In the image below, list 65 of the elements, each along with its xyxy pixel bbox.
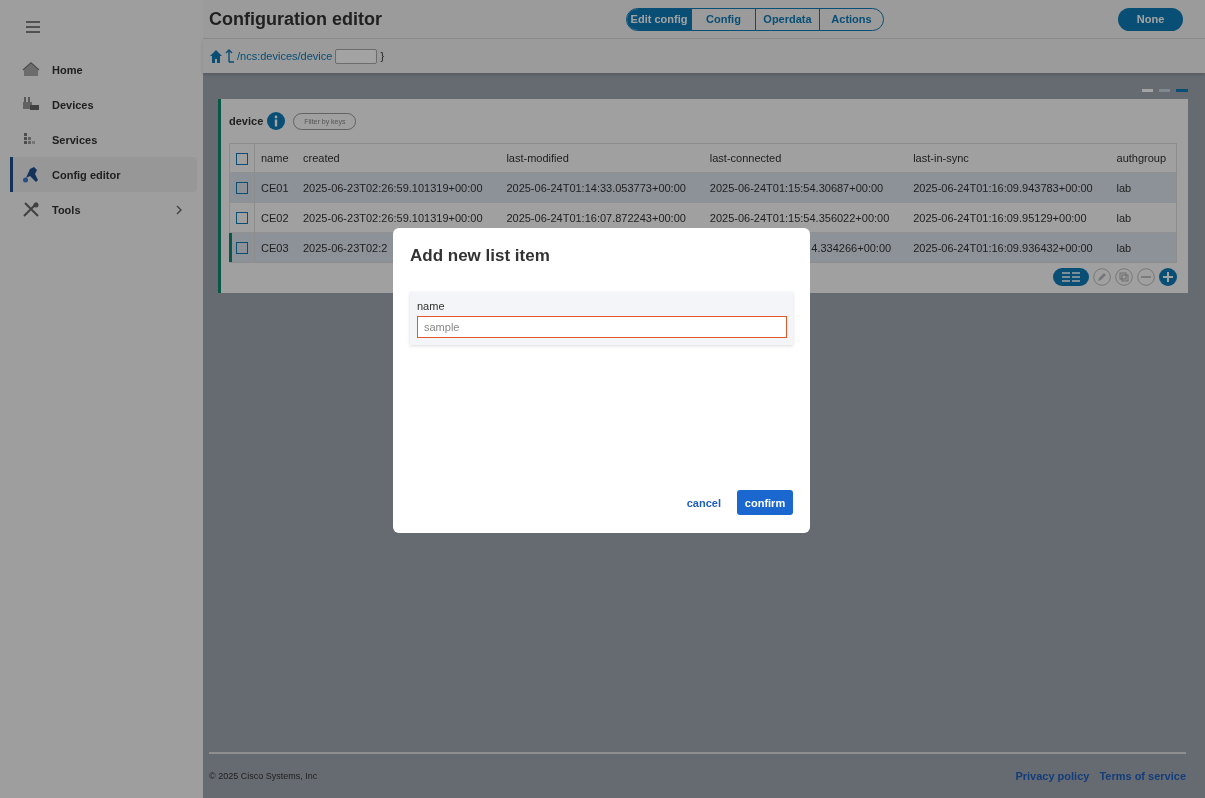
dialog-title: Add new list item xyxy=(410,246,551,266)
table-cell: 2025-06-24T01:16:07.872243+00:00 xyxy=(506,211,686,224)
sidebar-item[interactable]: Tools xyxy=(0,192,197,227)
footer-link[interactable]: Terms of service xyxy=(1099,770,1186,782)
sidebar-item[interactable]: Config editor xyxy=(10,157,197,192)
sidebar-item[interactable]: Home xyxy=(0,52,197,87)
footer-link[interactable]: Privacy policy xyxy=(1015,770,1090,782)
column-header: last-connected xyxy=(703,143,908,173)
sidebar-item[interactable]: Services xyxy=(0,122,197,157)
tools-icon xyxy=(22,201,40,218)
key-field[interactable] xyxy=(335,48,378,64)
sidebar-item[interactable]: Devices xyxy=(0,87,197,122)
table-cell: 2025-06-24T01:16:09.95129+00:00 xyxy=(913,211,1087,224)
row-checkbox[interactable] xyxy=(236,212,248,225)
table-cell: CE02 xyxy=(261,211,289,224)
table-cell: 4.334266+00:00 xyxy=(811,241,892,254)
copyright-text: © 2025 Cisco Systems, Inc xyxy=(209,771,318,781)
table-cell: lab xyxy=(1116,211,1132,224)
table-cell: CE03 xyxy=(261,241,289,254)
column-header: last-modified xyxy=(500,143,704,173)
table-cell: 2025-06-24T01:16:09.936432+00:00 xyxy=(913,241,1093,254)
column-header: authgroup xyxy=(1110,143,1177,173)
edit-icon xyxy=(1093,268,1111,286)
mode-tab[interactable]: Config xyxy=(691,8,755,30)
column-header: created xyxy=(297,143,501,173)
table-cell: 2025-06-23T02:2 xyxy=(303,241,388,254)
table-cell: CE01 xyxy=(261,181,289,194)
menu-icon xyxy=(25,20,41,34)
add-icon xyxy=(1159,268,1177,286)
view-switch-icon xyxy=(1142,89,1188,92)
row-checkbox[interactable] xyxy=(236,182,248,195)
table-cell: 2025-06-24T01:14:33.053773+00:00 xyxy=(506,181,686,194)
table-cell: 2025-06-23T02:26:59.101319+00:00 xyxy=(303,181,483,194)
mode-tab[interactable]: Actions xyxy=(819,8,883,30)
page-title: Configuration editor xyxy=(209,8,383,30)
home-icon xyxy=(210,49,222,63)
cancel-button[interactable]: cancel xyxy=(678,496,729,509)
list-title: device xyxy=(229,115,264,127)
up-arrow-icon xyxy=(225,49,234,63)
info-icon xyxy=(267,112,286,130)
mode-tab[interactable]: Edit config xyxy=(627,8,691,30)
table-cell: lab xyxy=(1116,181,1132,194)
copy-icon xyxy=(1115,268,1133,286)
column-header: name xyxy=(254,143,297,173)
row-checkbox[interactable] xyxy=(236,242,248,255)
table-cell: 2025-06-24T01:16:09.943783+00:00 xyxy=(913,181,1093,194)
field-label: name xyxy=(417,300,446,312)
list-view-icon xyxy=(1053,268,1089,286)
mode-tab[interactable]: Operdata xyxy=(755,8,819,30)
select-all-checkbox[interactable] xyxy=(236,152,248,165)
remove-icon xyxy=(1137,268,1155,286)
wrench-icon xyxy=(22,166,40,183)
table-cell: 2025-06-24T01:15:54.356022+00:00 xyxy=(709,211,890,224)
none-button[interactable]: None xyxy=(1118,7,1183,31)
name-field[interactable]: sample xyxy=(417,316,787,338)
column-header: last-in-sync xyxy=(907,143,1111,173)
confirm-button[interactable]: confirm xyxy=(737,490,793,515)
table-cell: 2025-06-24T01:15:54.30687+00:00 xyxy=(709,181,884,194)
home-icon xyxy=(22,61,40,78)
devices-icon xyxy=(22,96,40,113)
brace-text: } xyxy=(380,50,385,62)
table-cell: lab xyxy=(1116,241,1132,254)
breadcrumb-link[interactable]: /ncs:devices/device xyxy=(237,50,333,62)
table-cell: 2025-06-23T02:26:59.101319+00:00 xyxy=(303,211,483,224)
selection-marker xyxy=(229,233,232,262)
